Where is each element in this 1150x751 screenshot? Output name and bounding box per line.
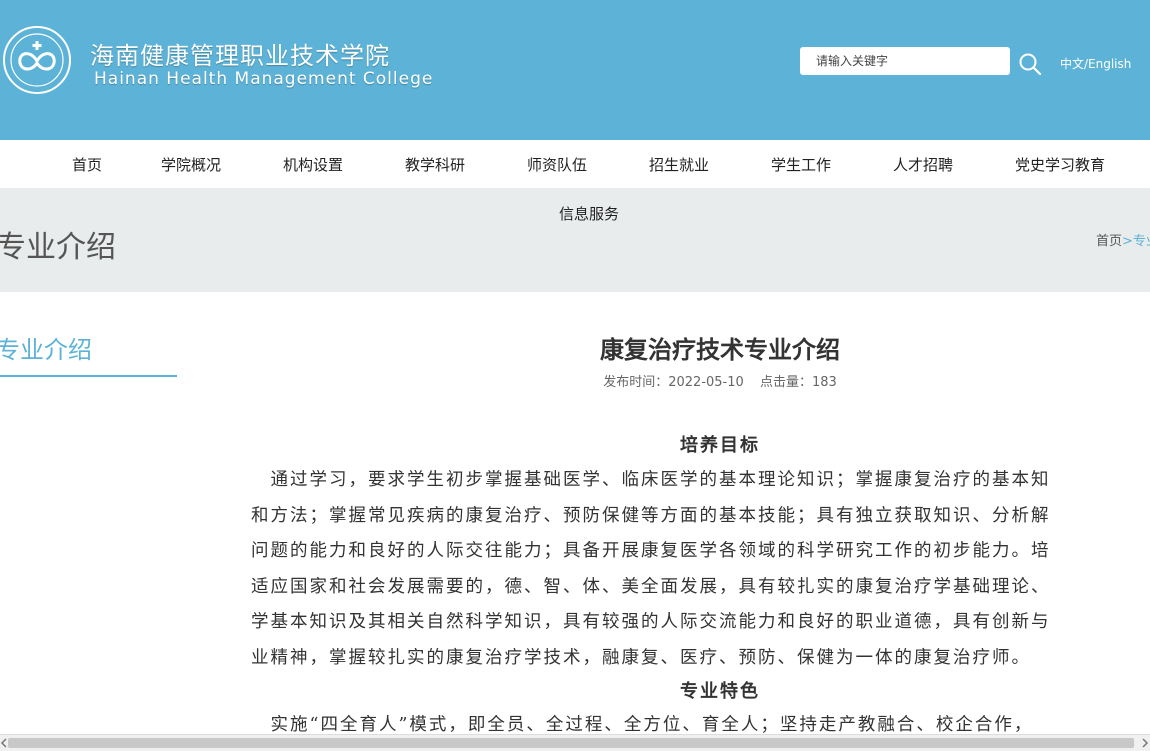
section-heading-features: 专业特色 <box>680 681 760 702</box>
nav-item-admissions[interactable]: 招生就业 <box>649 154 709 175</box>
nav-item-departments[interactable]: 机构设置 <box>283 154 343 175</box>
paragraph-line: 学基本知识及其相关自然科学知识，具有较强的人际交流能力和良好的职业道德，具有创新… <box>251 612 1051 632</box>
publish-date: 发布时间：2022-05-10 <box>603 375 744 390</box>
horizontal-scrollbar[interactable] <box>0 734 1150 751</box>
college-name-en: Hainan Health Management College <box>94 69 434 89</box>
college-logo-icon[interactable] <box>2 25 72 95</box>
language-switch-link[interactable]: 中文/English <box>1060 55 1131 72</box>
college-name-cn: 海南健康管理职业技术学院 <box>90 42 390 70</box>
breadcrumb-home-link[interactable]: 首页 <box>1096 234 1122 249</box>
paragraph-line: 适应国家和社会发展需要的，德、智、体、美全面发展，具有较扎实的康复治疗学基础理论… <box>251 576 1051 597</box>
sidebar-title-underline <box>0 375 177 377</box>
nav-item-info-services[interactable]: 信息服务 <box>559 203 619 224</box>
paragraph-line: 通过学习，要求学生初步掌握基础医学、临床医学的基本理论知识；掌握康复治疗的基本知 <box>251 470 1051 490</box>
nav-item-teaching-research[interactable]: 教学科研 <box>405 154 465 175</box>
paragraph-line: 和方法；掌握常见疾病的康复治疗、预防保健等方面的基本技能；具有独立获取知识、分析… <box>251 505 1051 526</box>
section-heading-goals: 培养目标 <box>680 435 760 456</box>
scroll-left-arrow-icon[interactable] <box>0 738 8 748</box>
site-header: 海南健康管理职业技术学院 Hainan Health Management Co… <box>0 0 1150 140</box>
search-input[interactable] <box>800 47 1010 75</box>
sidebar-title: 专业介绍 <box>0 336 92 364</box>
paragraph-line: 问题的能力和良好的人际交往能力；具备开展康复医学各领域的科学研究工作的初步能力。… <box>251 541 1051 561</box>
view-count: 点击量：183 <box>759 375 837 390</box>
paragraph-line: 业精神，掌握较扎实的康复治疗学技术，融康复、医疗、预防、保健为一体的康复治疗师。 <box>251 647 1031 668</box>
search-icon[interactable] <box>1018 52 1042 76</box>
scroll-right-arrow-icon[interactable] <box>1140 738 1150 748</box>
breadcrumb-separator: > <box>1122 234 1133 249</box>
section-goals-text: 通过学习，要求学生初步掌握基础医学、临床医学的基本理论知识；掌握康复治疗的基本知… <box>251 463 1150 676</box>
page-banner: 信息服务 专业介绍 首页>专业介绍 <box>0 188 1150 292</box>
nav-item-home[interactable]: 首页 <box>72 154 102 175</box>
breadcrumb: 首页>专业介绍 <box>1096 230 1150 249</box>
page-title: 专业介绍 <box>0 230 116 265</box>
nav-item-about[interactable]: 学院概况 <box>161 154 221 175</box>
nav-item-faculty[interactable]: 师资队伍 <box>527 154 587 175</box>
nav-item-recruitment[interactable]: 人才招聘 <box>893 154 953 175</box>
nav-item-party-history[interactable]: 党史学习教育 <box>1015 154 1105 175</box>
article-meta: 发布时间：2022-05-10 点击量：183 <box>480 371 960 390</box>
scrollbar-thumb[interactable] <box>8 738 1134 748</box>
nav-item-student-affairs[interactable]: 学生工作 <box>771 154 831 175</box>
main-nav: 首页 学院概况 机构设置 教学科研 师资队伍 招生就业 学生工作 人才招聘 党史… <box>0 140 1150 188</box>
breadcrumb-current[interactable]: 专业介绍 <box>1133 234 1150 249</box>
article-title: 康复治疗技术专业介绍 <box>600 336 840 364</box>
